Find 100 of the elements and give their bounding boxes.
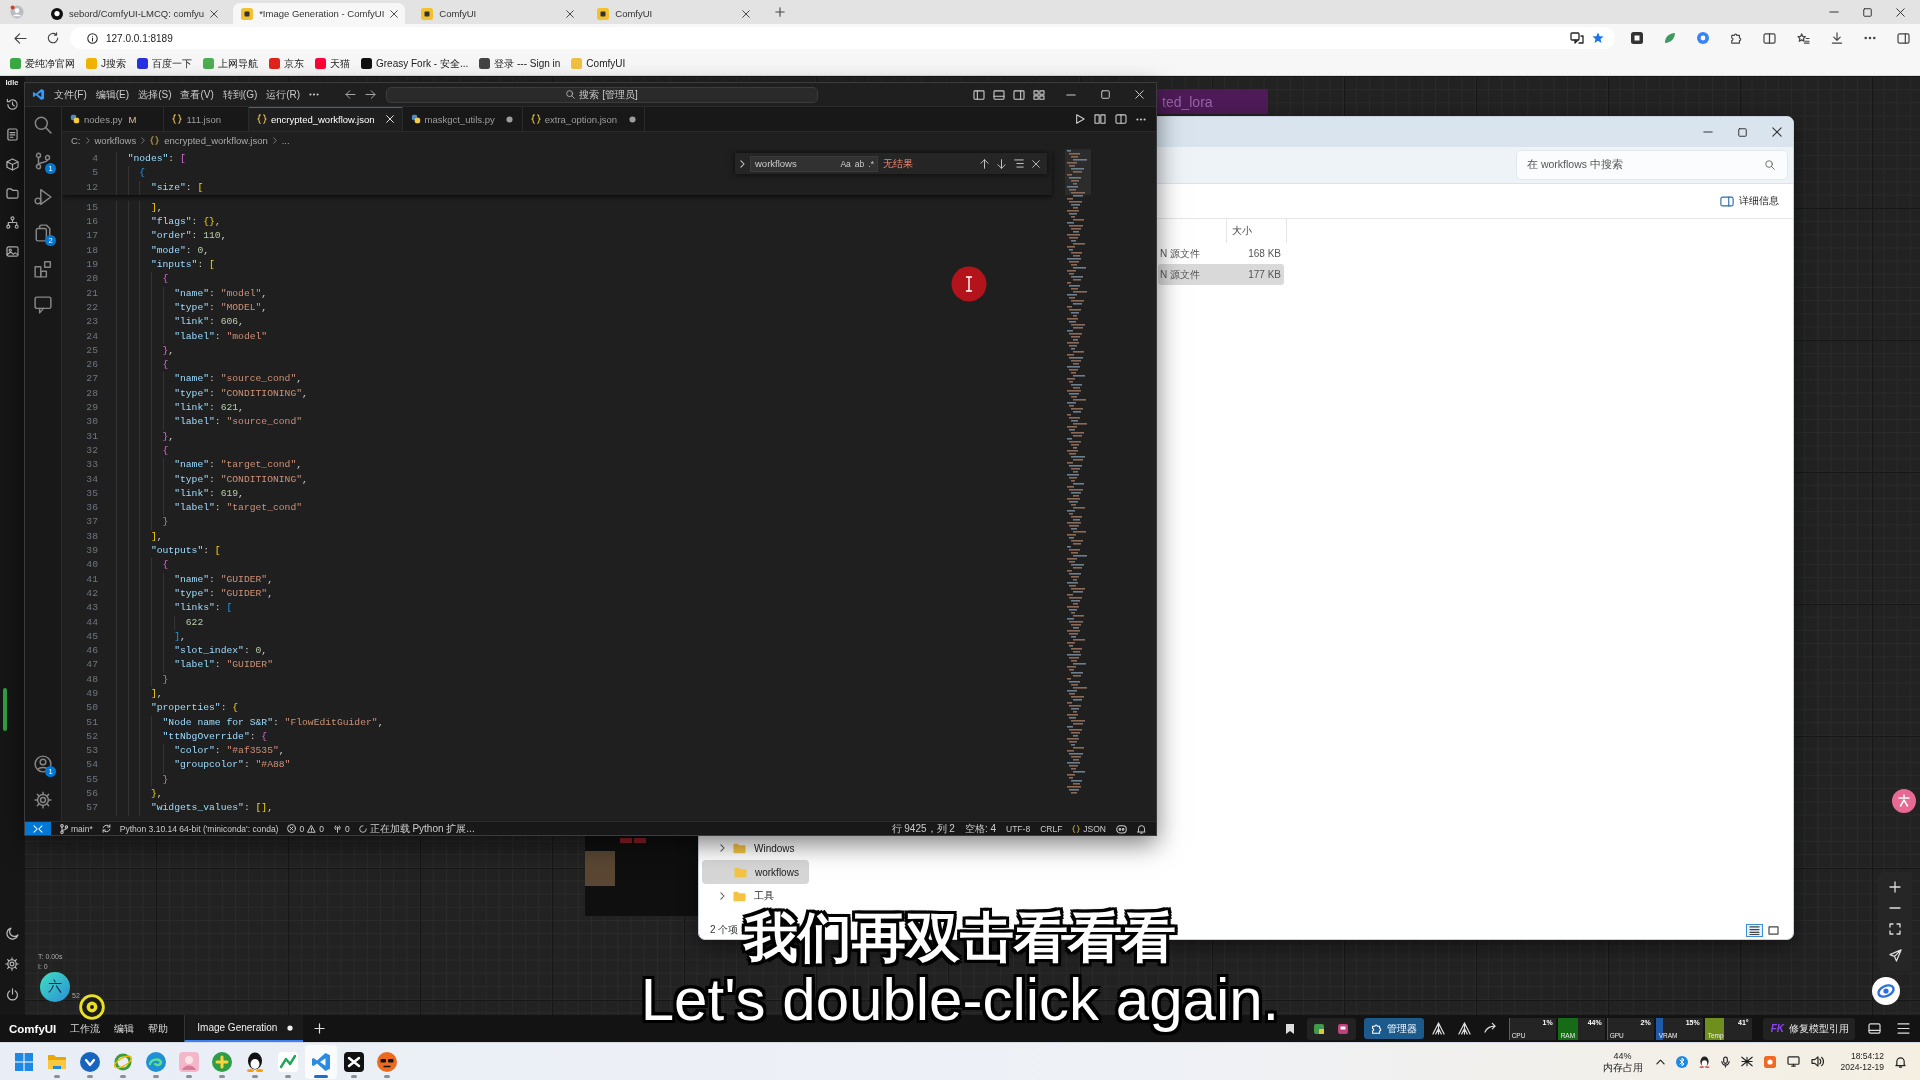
- breadcrumb-item[interactable]: encrypted_workflow.json: [164, 135, 268, 146]
- clock-time[interactable]: 18:54:12: [1850, 1050, 1884, 1062]
- bookmark[interactable]: 上网导航: [203, 56, 258, 71]
- back-icon[interactable]: [345, 90, 357, 99]
- bookmark[interactable]: ComfyUI: [571, 58, 626, 69]
- extension-icon[interactable]: [1631, 32, 1643, 44]
- bookmark[interactable]: 百度一下: [137, 56, 192, 71]
- panel-toggle-icon[interactable]: [1868, 1023, 1881, 1034]
- menu-item[interactable]: 选择(S): [138, 87, 172, 102]
- browser-tab[interactable]: ComfyUI: [413, 3, 582, 24]
- back-icon[interactable]: [14, 32, 27, 44]
- robot-face-icon[interactable]: [1116, 823, 1127, 834]
- sidebar-toggle-icon[interactable]: [1013, 89, 1025, 100]
- menu-item[interactable]: 查看(V): [180, 87, 214, 102]
- editor-tab[interactable]: maskgct_utils.py: [402, 107, 523, 131]
- browser-tab[interactable]: *Image Generation - ComfyUI: [233, 3, 406, 24]
- maximize-icon[interactable]: [1863, 7, 1872, 17]
- breadcrumb-item[interactable]: workflows: [94, 135, 137, 146]
- file-row[interactable]: N 源文件 177 KB: [1158, 264, 1284, 285]
- asterisk-icon[interactable]: [1740, 1056, 1753, 1067]
- search-icon[interactable]: [34, 116, 52, 134]
- file-row[interactable]: N 源文件 168 KB: [1158, 243, 1284, 264]
- cube-icon[interactable]: [5, 158, 19, 171]
- menu-item[interactable]: 转到(G): [222, 87, 258, 102]
- view-toggle[interactable]: [1765, 923, 1782, 937]
- editor-tab[interactable]: nodes.py M: [62, 107, 165, 131]
- remote-button[interactable]: [25, 822, 51, 835]
- status-item[interactable]: UTF-8: [1006, 822, 1031, 835]
- fix-references-button[interactable]: FK 修复模型引用: [1762, 1017, 1855, 1040]
- monitor-icon[interactable]: [1786, 1056, 1800, 1067]
- editor-tab[interactable]: extra_option.json: [522, 107, 646, 131]
- close-icon[interactable]: [210, 9, 219, 18]
- leaf-icon[interactable]: [1664, 32, 1676, 44]
- status-item[interactable]: 0: [332, 822, 350, 835]
- more-icon[interactable]: [1864, 36, 1876, 40]
- speech-bubble-icon[interactable]: [1570, 32, 1584, 44]
- bookmark[interactable]: 天猫: [315, 56, 350, 71]
- chevron-icon[interactable]: [720, 844, 725, 852]
- command-center[interactable]: 搜索 [管理员]: [386, 86, 819, 103]
- layout-icon[interactable]: [1033, 89, 1045, 100]
- maximize-icon[interactable]: [1738, 127, 1747, 137]
- bluetooth-icon[interactable]: [1675, 1055, 1688, 1068]
- split-editor-icon[interactable]: [1115, 114, 1127, 124]
- status-item[interactable]: JSON: [1072, 822, 1106, 835]
- status-item[interactable]: 行 9425，列 2: [891, 822, 955, 835]
- nav-item[interactable]: Windows: [702, 836, 809, 860]
- sidebar-toggle-icon[interactable]: [973, 89, 985, 100]
- details-button[interactable]: 详细信息: [1720, 194, 1779, 208]
- more-icon[interactable]: [309, 93, 320, 96]
- next-match-icon[interactable]: [997, 158, 1006, 169]
- split-screen-icon[interactable]: [1763, 32, 1776, 44]
- option-toggle[interactable]: Aa: [840, 158, 851, 169]
- status-item[interactable]: main*: [60, 822, 93, 835]
- zoom-in-icon[interactable]: [1889, 881, 1901, 893]
- bookmark[interactable]: Greasy Fork - 安全...: [361, 56, 469, 71]
- documents-icon[interactable]: [34, 224, 52, 242]
- download-icon[interactable]: [1831, 32, 1843, 44]
- expand-replace-icon[interactable]: [740, 159, 745, 168]
- tent-icon[interactable]: [1457, 1022, 1471, 1035]
- chevron-icon[interactable]: [720, 892, 725, 900]
- penguin-icon[interactable]: [1698, 1055, 1710, 1068]
- nav-item[interactable]: 工具: [702, 884, 809, 908]
- search-field[interactable]: 在 workflows 中搜索: [1516, 150, 1788, 180]
- menu-item[interactable]: 文件(F): [54, 87, 87, 102]
- close-icon[interactable]: [1896, 7, 1905, 17]
- profile-icon[interactable]: [10, 5, 24, 19]
- browser-tab[interactable]: ComfyUI: [589, 3, 758, 24]
- more-icon[interactable]: [1136, 117, 1146, 121]
- favorite-star-icon[interactable]: [1592, 32, 1604, 44]
- view-toggle[interactable]: [1746, 923, 1763, 937]
- breadcrumb-item[interactable]: C:: [71, 135, 81, 146]
- bookmark-icon[interactable]: [1284, 1022, 1295, 1035]
- chevron-up-icon[interactable]: [1655, 1058, 1665, 1065]
- image-icon[interactable]: [5, 246, 19, 257]
- status-item[interactable]: CRLF: [1040, 822, 1063, 835]
- tile-app-icon[interactable]: [1763, 1055, 1776, 1068]
- forward-icon[interactable]: [365, 90, 377, 99]
- bookmark[interactable]: 京东: [269, 56, 304, 71]
- settings-icon[interactable]: [34, 791, 52, 809]
- breadcrumb-item[interactable]: ...: [281, 135, 290, 146]
- column-header[interactable]: 大小: [1232, 224, 1252, 238]
- manager-button[interactable]: 管理器: [1363, 1018, 1424, 1039]
- run-debug-icon[interactable]: [34, 188, 52, 206]
- figure-circle-icon[interactable]: [1892, 789, 1916, 813]
- speaker-icon[interactable]: [1810, 1056, 1824, 1067]
- find-field[interactable]: workflows Aa ab .*: [750, 155, 878, 172]
- close-icon[interactable]: [1772, 127, 1782, 137]
- bookmark[interactable]: J搜索: [86, 56, 126, 71]
- menu-item[interactable]: 工作流: [70, 1021, 101, 1036]
- tent-icon[interactable]: [1431, 1022, 1445, 1035]
- account-icon[interactable]: [34, 755, 52, 773]
- close-icon[interactable]: [742, 9, 751, 18]
- compare-icon[interactable]: [1094, 114, 1106, 124]
- run-icon[interactable]: [1075, 114, 1085, 124]
- assistant-icon[interactable]: [1872, 977, 1900, 1005]
- menu-item[interactable]: 编辑: [114, 1021, 135, 1036]
- reload-icon[interactable]: [47, 32, 59, 44]
- extension-icon[interactable]: [1338, 1023, 1349, 1034]
- extensions-icon[interactable]: [1730, 32, 1742, 44]
- find-in-selection-icon[interactable]: [1014, 159, 1024, 168]
